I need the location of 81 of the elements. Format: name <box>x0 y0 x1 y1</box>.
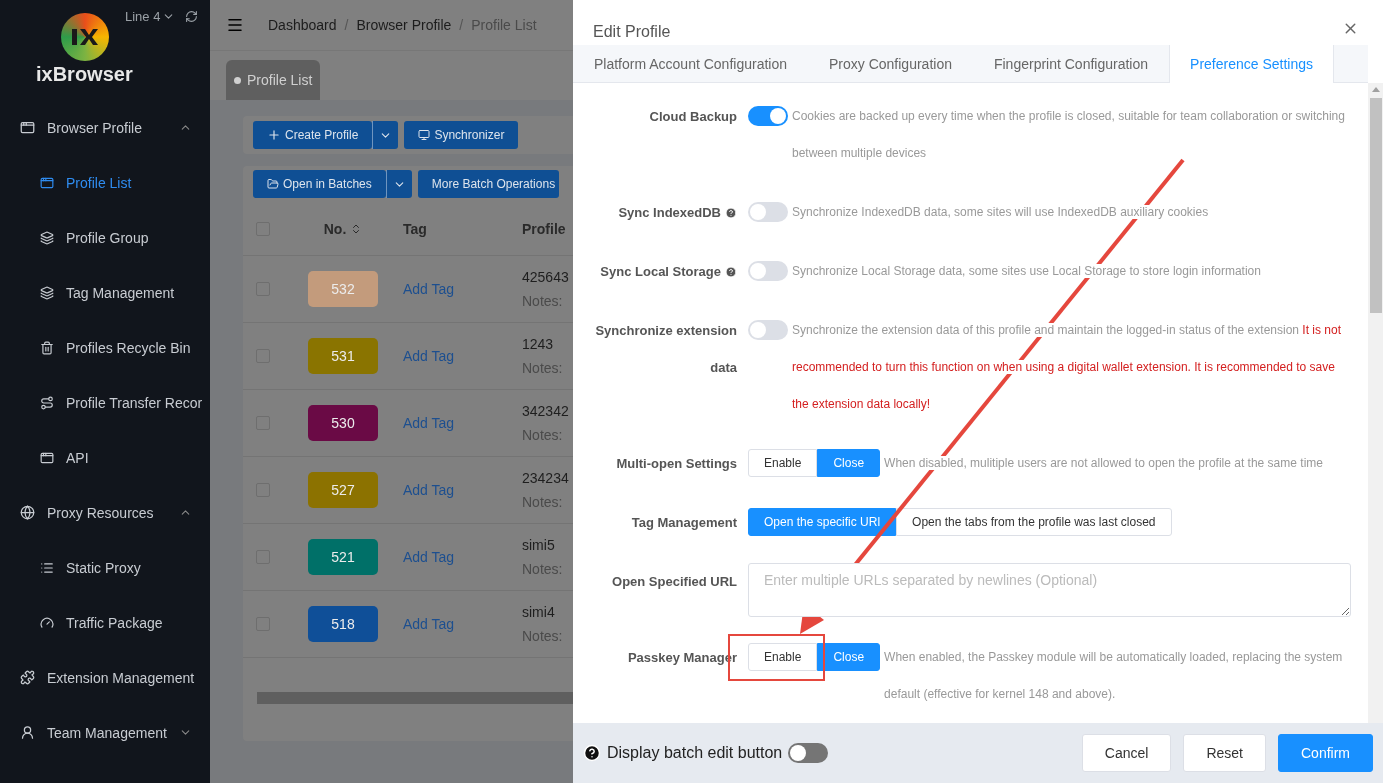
setting-description: Synchronize Local Storage data, some sites use Local Storage to store login information <box>792 263 1262 280</box>
drawer-title: Edit Profile <box>593 23 671 41</box>
breadcrumb-separator: / <box>459 17 464 33</box>
sidebar-item[interactable]: Profile Group <box>66 229 149 246</box>
toggle-switch[interactable] <box>748 261 788 281</box>
help-icon[interactable] <box>725 265 737 278</box>
horizontal-scrollbar[interactable] <box>257 692 573 704</box>
number-badge: 532 <box>308 271 378 307</box>
column-header: Tag <box>403 220 427 237</box>
tab[interactable]: Fingerprint Configuration <box>972 45 1170 83</box>
setting-description: Cookies are backed up every time when the profile is closed, suitable for team collaboration or switching between multiple devices <box>792 108 1346 162</box>
plus-icon <box>267 128 281 142</box>
tab[interactable]: Platform Account Configuration <box>573 45 808 83</box>
setting-label: Cloud Backup <box>649 108 737 126</box>
batch-edit-label: Display batch edit button <box>607 744 783 762</box>
toggle-switch[interactable] <box>748 320 788 340</box>
setting-label: Open Specified URL <box>612 573 737 591</box>
sidebar-item[interactable]: Team Management <box>47 724 167 741</box>
help-icon[interactable] <box>725 206 737 219</box>
profile-name: 1243 <box>522 336 555 352</box>
sidebar-item[interactable]: Extension Management <box>47 669 195 686</box>
toggle-switch[interactable] <box>748 202 788 222</box>
sidebar-item[interactable]: Profile List <box>66 174 132 191</box>
column-header: No. <box>323 220 347 237</box>
setting-label: Multi-open Settings <box>616 455 737 473</box>
toolbar-button[interactable]: Open in Batches <box>253 170 386 198</box>
sidebar-item[interactable]: Profiles Recycle Bin <box>66 339 191 356</box>
number-badge: 531 <box>308 338 378 374</box>
profile-name: 425643 <box>522 269 569 285</box>
sidebar-item[interactable]: Browser Profile <box>47 119 142 136</box>
option-button[interactable]: Enable <box>748 449 818 477</box>
setting-label: Tag Management <box>631 514 737 532</box>
breadcrumb-item[interactable]: Browser Profile <box>356 17 452 33</box>
setting-description: When disabled, mulitiple users are not allowed to open the profile at the same time <box>884 455 1324 472</box>
page-tab[interactable]: Profile List <box>226 60 321 100</box>
profile-name: simi5 <box>522 537 556 553</box>
toggle-switch[interactable] <box>748 106 788 126</box>
sidebar-item[interactable]: Profile Transfer Recor <box>66 394 203 411</box>
sidebar-item[interactable]: API <box>66 449 89 466</box>
breadcrumb-item[interactable]: Dashboard <box>268 17 337 33</box>
brand-name: ixBrowser <box>36 63 133 86</box>
toggle-switch[interactable] <box>788 743 829 763</box>
folder-icon <box>267 178 279 190</box>
dropdown-button[interactable] <box>372 121 399 149</box>
column-header: Profile <box>522 220 566 237</box>
setting-description: When enabled, the Passkey module will be automatically loaded, replacing the system default (effective for kernel 148 and above). <box>884 649 1344 703</box>
profile-name: 234234 <box>522 470 569 486</box>
setting-description: Synchronize IndexedDB data, some sites will use IndexedDB auxiliary cookies <box>792 204 1210 221</box>
option-button[interactable]: Open the tabs from the profile was last closed <box>896 508 1172 536</box>
setting-description: Synchronize the extension data of this profile and maintain the logged-in status of the extension It is not recommended to turn this function on when using a digital wallet extension. It is recommended to save the extension data locally! <box>792 322 1343 413</box>
scroll-up-icon[interactable] <box>1371 87 1380 92</box>
setting-label: Sync Local Storage <box>600 263 721 281</box>
logo-icon <box>61 13 109 61</box>
refresh-icon[interactable] <box>185 10 199 23</box>
number-badge: 521 <box>308 539 378 575</box>
footer-button[interactable]: Cancel <box>1081 734 1172 772</box>
toolbar-button[interactable]: More Batch Operations <box>417 170 560 198</box>
dropdown-button[interactable] <box>385 170 412 198</box>
toolbar-button[interactable]: Synchronizer <box>404 121 519 149</box>
tab[interactable]: Preference Settings <box>1169 45 1334 83</box>
option-button[interactable]: Enable <box>748 643 818 671</box>
help-icon[interactable] <box>583 744 601 762</box>
line-selector[interactable]: Line 4 <box>125 9 161 24</box>
monitor-icon <box>418 129 431 141</box>
breadcrumb-separator: / <box>344 17 349 33</box>
toolbar-button[interactable]: Create Profile <box>253 121 373 149</box>
profile-name: simi4 <box>522 604 556 620</box>
sidebar-item[interactable]: Proxy Resources <box>47 504 154 521</box>
number-badge: 527 <box>308 472 378 508</box>
number-badge: 530 <box>308 405 378 441</box>
setting-label: Sync IndexedDB <box>618 204 721 222</box>
sidebar-item[interactable]: Traffic Package <box>66 614 163 631</box>
setting-label: Synchronize extension data <box>594 322 737 377</box>
profile-name: 342342 <box>522 403 569 419</box>
number-badge: 518 <box>308 606 378 642</box>
scrollbar-thumb[interactable] <box>1369 98 1382 313</box>
footer-button[interactable]: Reset <box>1183 734 1266 772</box>
tab[interactable]: Proxy Configuration <box>808 45 973 83</box>
sidebar-item[interactable]: Static Proxy <box>66 559 141 576</box>
sidebar-item[interactable]: Tag Management <box>66 284 175 301</box>
url-input-field[interactable]: Enter multiple URLs separated by newlines (Optional) <box>748 563 1351 617</box>
